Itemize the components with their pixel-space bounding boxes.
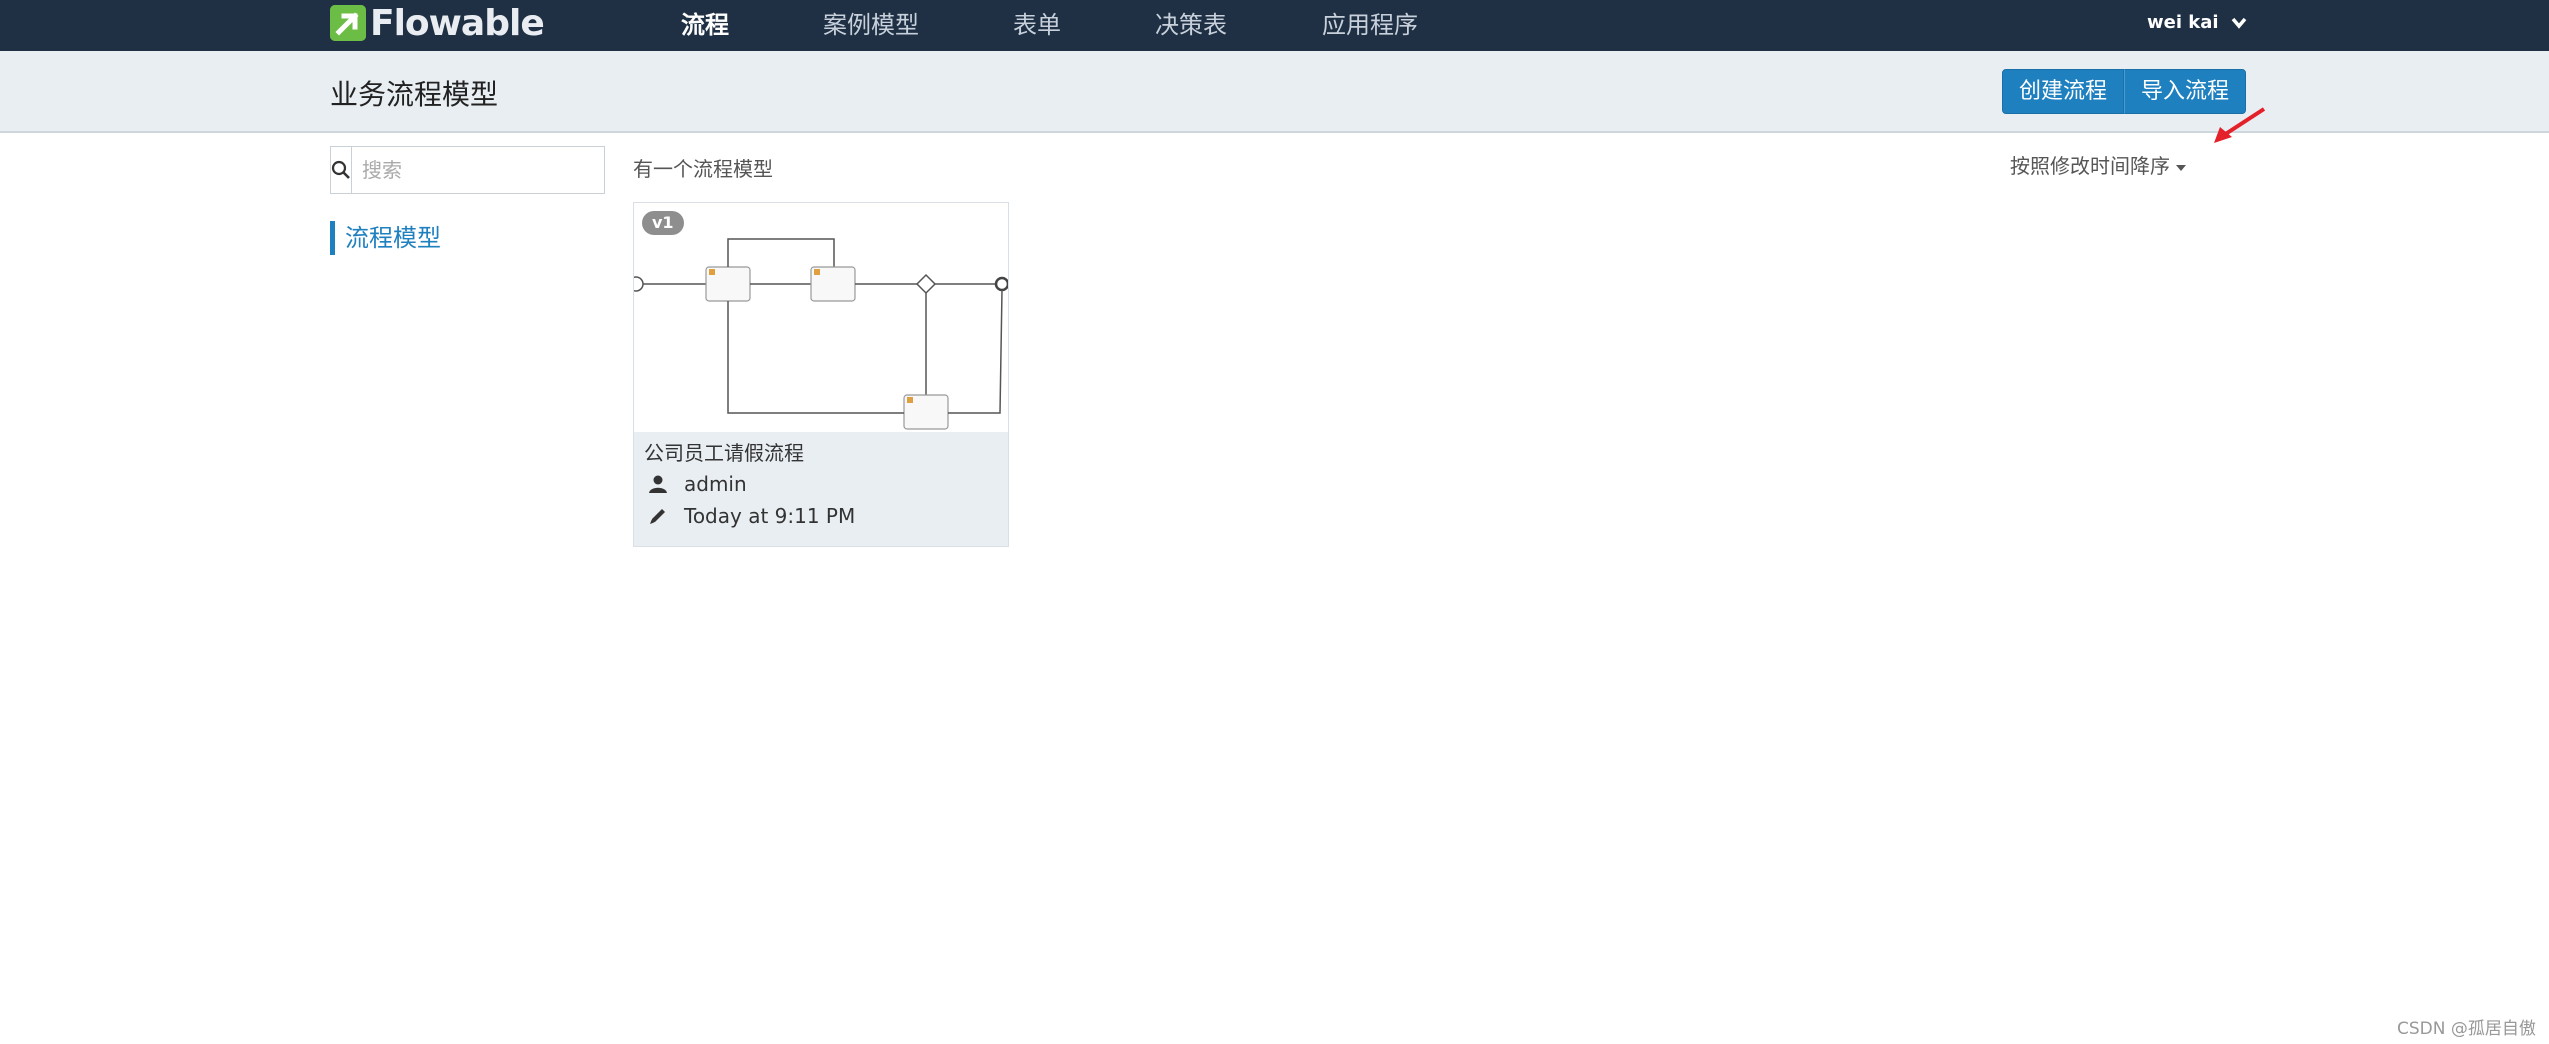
nav-tab-decision-tables[interactable]: 决策表 [1155,0,1227,51]
logo-text: Flowable [370,3,544,44]
version-badge: v1 [642,211,684,235]
annotation-arrow-icon [2210,105,2268,145]
nav-tab-label: 案例模型 [823,11,919,39]
author-row: admin [644,468,998,500]
model-count-text: 有一个流程模型 [633,153,773,182]
sidebar-item-process-models[interactable]: 流程模型 [330,221,441,255]
top-navbar: Flowable 流程 案例模型 表单 决策表 应用程序 wei kai [0,0,2549,51]
user-menu[interactable]: wei kai [2147,0,2247,46]
create-process-button[interactable]: 创建流程 [2002,69,2124,114]
user-icon [644,473,676,495]
sort-dropdown[interactable]: 按照修改时间降序 [2010,150,2186,179]
user-name: wei kai [2147,12,2219,33]
nav-tab-label: 表单 [1013,11,1061,39]
card-info: 公司员工请假流程 admin Today at 9:11 PM [634,432,1008,546]
chevron-down-icon [2231,0,2247,46]
flowable-logo[interactable]: Flowable [330,2,544,44]
nav-tab-label: 流程 [681,11,729,39]
nav-tab-label: 决策表 [1155,11,1227,39]
logo-mark-icon [330,5,366,41]
page-title: 业务流程模型 [330,73,498,113]
model-author: admin [684,472,747,496]
search-box [330,146,605,194]
modified-row: Today at 9:11 PM [644,500,998,532]
nav-tab-processes[interactable]: 流程 [681,0,729,51]
watermark: CSDN @孤居自傲 [2397,1014,2536,1039]
search-input[interactable] [352,147,621,193]
nav-tab-forms[interactable]: 表单 [1013,0,1061,51]
process-model-card[interactable]: v1 公司员工请假流程 admin Today at 9:11 PM [633,202,1009,547]
nav-tab-case-models[interactable]: 案例模型 [823,0,919,51]
model-modified-time: Today at 9:11 PM [684,504,855,528]
caret-down-icon [2176,165,2186,171]
page-header: 业务流程模型 创建流程 导入流程 [0,51,2549,133]
pencil-icon [644,505,676,527]
search-icon[interactable] [331,147,352,193]
model-title: 公司员工请假流程 [644,438,998,468]
sort-label: 按照修改时间降序 [2010,154,2170,178]
nav-tab-apps[interactable]: 应用程序 [1322,0,1418,51]
process-diagram-thumbnail: v1 [634,203,1008,432]
nav-tab-label: 应用程序 [1322,11,1418,39]
